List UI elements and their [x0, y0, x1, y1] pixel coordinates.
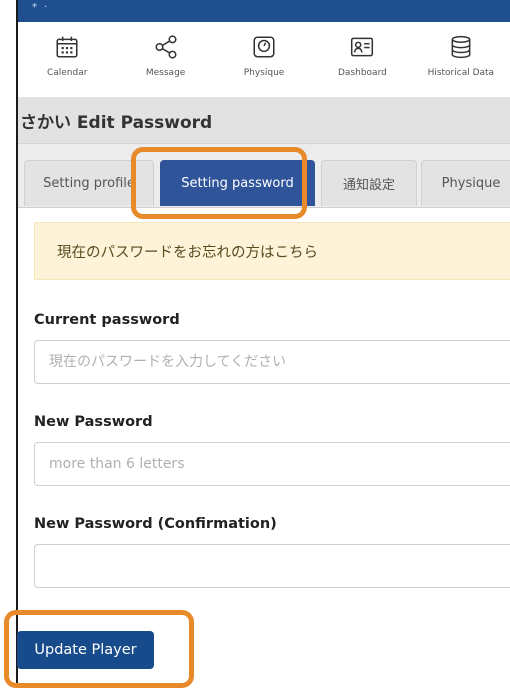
- nav-label-dashboard: Dashboard: [338, 68, 387, 78]
- new-password-label: New Password: [34, 414, 153, 430]
- nav-label-message: Message: [145, 68, 186, 78]
- forgot-password-link[interactable]: 現在のパスワードをお忘れの方はこちら: [34, 222, 510, 280]
- new-password-input[interactable]: [34, 442, 510, 486]
- database-icon: [451, 35, 471, 59]
- nav-item-message[interactable]: Message: [116, 22, 214, 97]
- page-title: さかい Edit Password: [20, 113, 213, 133]
- calendar-icon: [56, 36, 78, 58]
- tab-physique[interactable]: Physique: [421, 160, 510, 206]
- tab-setting-profile[interactable]: Setting profile: [24, 160, 154, 206]
- tab-bar: Setting profile Setting password 通知設定 Ph…: [18, 144, 510, 208]
- share-icon: [155, 35, 177, 59]
- nav-bar: Calendar Message Physique Dashboard Hist…: [18, 22, 510, 98]
- top-bar: * ·: [18, 0, 510, 22]
- confirm-password-input[interactable]: [34, 544, 510, 588]
- nav-label-physique: Physique: [243, 68, 285, 78]
- nav-label-calendar: Calendar: [46, 68, 88, 78]
- nav-item-calendar[interactable]: Calendar: [18, 22, 116, 97]
- page-header: さかい Edit Password: [18, 98, 510, 144]
- current-password-label: Current password: [34, 312, 180, 328]
- id-card-icon: [351, 37, 374, 57]
- password-form: 現在のパスワードをお忘れの方はこちら Current password New …: [18, 208, 510, 588]
- tab-notification-settings[interactable]: 通知設定: [321, 160, 417, 206]
- current-password-input[interactable]: [34, 340, 510, 384]
- update-player-button[interactable]: Update Player: [17, 631, 154, 669]
- app-frame: * · Calendar Message Physique Dashboard …: [16, 0, 510, 688]
- logo-icon: * ·: [32, 2, 50, 13]
- nav-item-historical-data[interactable]: Historical Data: [412, 22, 510, 97]
- nav-item-physique[interactable]: Physique: [215, 22, 313, 97]
- nav-label-historical-data: Historical Data: [427, 68, 495, 78]
- nav-item-dashboard[interactable]: Dashboard: [313, 22, 411, 97]
- tab-setting-password[interactable]: Setting password: [160, 160, 315, 206]
- confirm-password-label: New Password (Confirmation): [34, 516, 277, 532]
- gauge-icon: [253, 36, 275, 58]
